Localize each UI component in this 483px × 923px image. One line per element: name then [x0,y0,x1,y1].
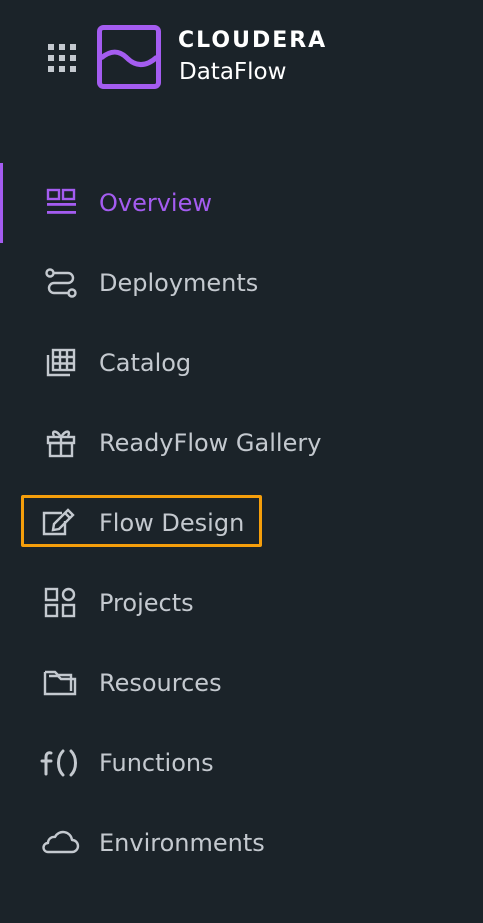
brand-name: CLOUDERA [178,28,328,53]
main-nav: Overview Deployments Catalog ReadyFlow G… [0,163,483,883]
nav-item-deployments[interactable]: Deployments [0,243,483,323]
cloud-icon [40,827,80,859]
grid-icon[interactable] [48,44,76,72]
edit-icon [40,507,80,539]
nav-item-overview[interactable]: Overview [0,163,483,243]
nav-item-label: Flow Design [99,509,245,537]
nav-item-environments[interactable]: Environments [0,803,483,883]
nav-item-label: Environments [99,829,265,857]
projects-icon [40,587,80,619]
nav-item-label: ReadyFlow Gallery [99,429,322,457]
nav-item-catalog[interactable]: Catalog [0,323,483,403]
active-indicator [0,163,3,243]
folder-icon [40,667,80,699]
nav-item-resources[interactable]: Resources [0,643,483,723]
nav-item-label: Functions [99,749,214,777]
overview-icon [40,187,80,219]
nav-item-label: Resources [99,669,222,697]
nav-item-functions[interactable]: Functions [0,723,483,803]
nav-item-label: Catalog [99,349,192,377]
nav-item-label: Overview [99,189,212,217]
product-name: DataFlow [179,59,287,85]
gift-icon [40,427,80,459]
deployments-icon [40,267,80,299]
dataflow-logo-icon [97,25,161,89]
nav-item-flow-design[interactable]: Flow Design [0,483,483,563]
nav-item-label: Deployments [99,269,259,297]
function-icon [40,747,80,779]
nav-item-label: Projects [99,589,194,617]
sidebar: CLOUDERA DataFlow Overview Deployments C… [0,0,483,923]
catalog-icon [40,347,80,379]
nav-item-projects[interactable]: Projects [0,563,483,643]
nav-item-readyflow-gallery[interactable]: ReadyFlow Gallery [0,403,483,483]
